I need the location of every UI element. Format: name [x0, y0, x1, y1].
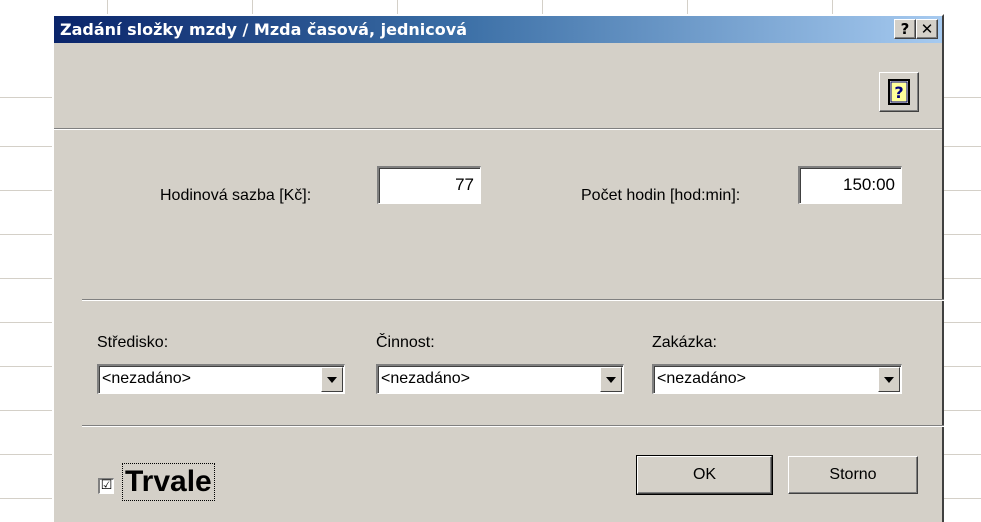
header-separator [54, 128, 942, 130]
grid-line [687, 0, 688, 14]
grid-line [107, 0, 108, 14]
order-select[interactable]: <nezadáno> [652, 364, 902, 394]
permanent-checkbox[interactable]: ☑ [98, 478, 114, 494]
payroll-component-dialog: Zadání složky mzdy / Mzda časová, jednic… [52, 14, 944, 522]
activity-select[interactable]: <nezadáno> [376, 364, 624, 394]
dialog-title: Zadání složky mzdy / Mzda časová, jednic… [60, 20, 467, 39]
question-icon: ? [900, 20, 910, 38]
order-label: Zakázka: [652, 334, 717, 351]
center-dropdown-button[interactable] [321, 367, 343, 392]
grid-line [542, 0, 543, 14]
cancel-button[interactable]: Storno [788, 456, 918, 494]
chevron-down-icon [327, 376, 337, 383]
activity-dropdown-button[interactable] [600, 367, 622, 392]
chevron-down-icon [884, 376, 894, 383]
close-icon: ✕ [920, 20, 934, 38]
checkmark-icon: ☑ [100, 478, 113, 493]
grid-line [832, 0, 833, 14]
help-toolbar-button[interactable]: ? [879, 72, 919, 112]
center-label: Středisko: [97, 334, 169, 351]
hours-input[interactable]: 150:00 [798, 166, 902, 204]
hourly-rate-label: Hodinová sazba [Kč]: [160, 187, 312, 204]
help-book-icon: ? [888, 79, 910, 105]
help-book-glyph: ? [894, 83, 903, 102]
hours-label: Počet hodin [hod:min]: [581, 187, 741, 204]
close-button[interactable]: ✕ [916, 19, 938, 39]
permanent-checkbox-label[interactable]: Trvale [122, 463, 215, 501]
order-select-value: <nezadáno> [657, 370, 746, 387]
activity-select-value: <nezadáno> [381, 370, 470, 387]
title-bar[interactable]: Zadání složky mzdy / Mzda časová, jednic… [54, 16, 942, 43]
center-select[interactable]: <nezadáno> [97, 364, 345, 394]
hourly-rate-input[interactable]: 77 [377, 166, 481, 204]
chevron-down-icon [606, 376, 616, 383]
grid-line [397, 0, 398, 14]
order-dropdown-button[interactable] [878, 367, 900, 392]
activity-label: Činnost: [376, 334, 435, 351]
ok-button[interactable]: OK [636, 455, 773, 495]
grid-line [252, 0, 253, 14]
fields-separator [82, 299, 944, 301]
center-select-value: <nezadáno> [102, 370, 191, 387]
context-help-button[interactable]: ? [894, 19, 916, 39]
footer-separator [82, 425, 944, 427]
